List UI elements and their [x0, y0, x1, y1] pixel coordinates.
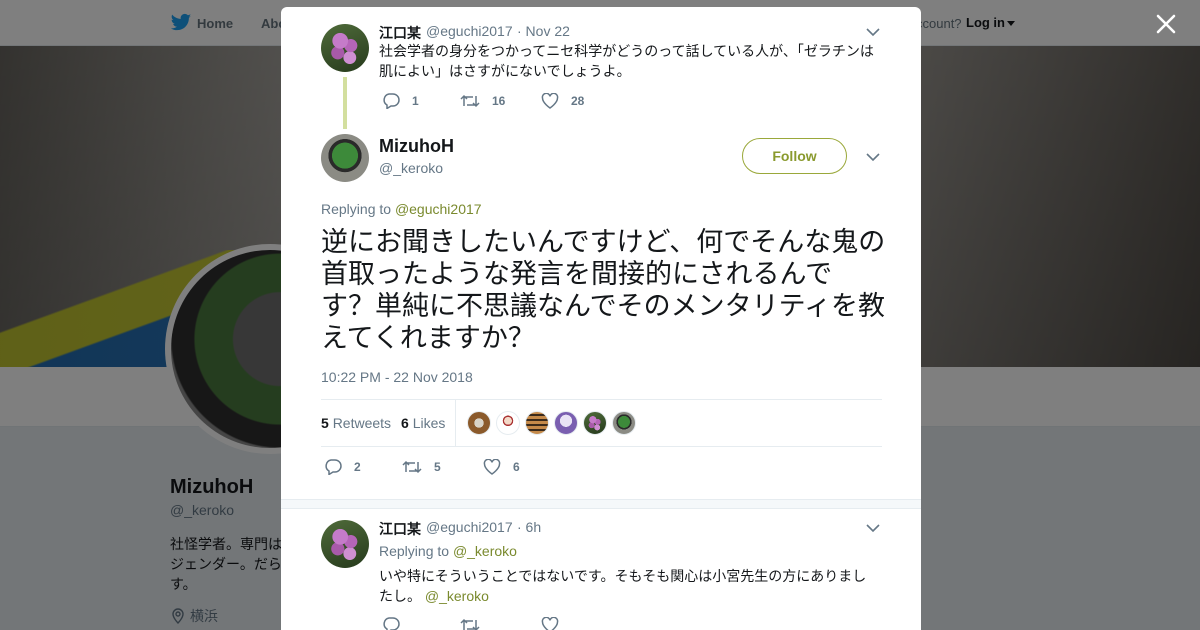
heart-icon — [541, 93, 559, 109]
main-retweet-button[interactable]: 5 — [402, 459, 441, 475]
parent-tweet-avatar[interactable] — [321, 24, 369, 72]
liker-avatar[interactable] — [554, 411, 578, 435]
main-tweet-timestamp[interactable]: 10:22 PM - 22 Nov 2018 — [321, 369, 473, 385]
replies-separator — [281, 499, 921, 509]
parent-reply-count: 1 — [412, 94, 419, 108]
main-like-count: 6 — [513, 460, 520, 474]
main-tweet-avatar[interactable] — [321, 134, 369, 182]
reply-icon — [383, 617, 400, 630]
heart-icon — [541, 617, 559, 630]
reply-tweet-avatar[interactable] — [321, 520, 369, 568]
likes-stat-count: 6 — [401, 415, 409, 431]
main-tweet-text: 逆にお聞きしたいんですけど、何でそんな鬼の首取ったような発言を間接的にされるんで… — [321, 227, 886, 353]
main-retweet-count: 5 — [434, 460, 441, 474]
retweets-stat[interactable]: 5 Retweets — [321, 415, 391, 431]
close-icon[interactable] — [1154, 12, 1178, 36]
reply-tweet-handle[interactable]: @eguchi2017 — [426, 519, 513, 535]
reply-replying-link[interactable]: @_keroko — [453, 543, 517, 559]
main-like-button[interactable]: 6 — [483, 459, 520, 475]
parent-tweet-name[interactable]: 江口某 — [379, 23, 421, 43]
parent-reply-button[interactable]: 1 — [382, 93, 419, 109]
retweets-stat-label: Retweets — [332, 415, 392, 431]
likes-stat-label: Likes — [412, 415, 446, 431]
tweet-modal: 江口某 @eguchi2017 · Nov 22 社会学者の身分をつかってニセ科… — [281, 7, 921, 630]
retweet-icon — [402, 460, 422, 474]
replying-to-link[interactable]: @eguchi2017 — [395, 201, 482, 217]
parent-tweet-text: 社会学者の身分をつかってニセ科学がどうのって話している人が、「ゼラチンは肌によい… — [379, 43, 874, 79]
reply-icon — [325, 459, 342, 475]
likes-stat[interactable]: 6 Likes — [401, 415, 445, 431]
main-reply-button[interactable]: 2 — [324, 459, 361, 475]
liker-avatar[interactable] — [525, 411, 549, 435]
chevron-down-icon[interactable] — [866, 523, 880, 533]
heart-icon — [483, 459, 501, 475]
retweet-icon — [460, 618, 480, 630]
reply-tweet-time[interactable]: · 6h — [517, 519, 541, 535]
parent-like-button[interactable]: 28 — [541, 93, 584, 109]
liker-avatar[interactable] — [612, 411, 636, 435]
stats-divider — [455, 400, 456, 447]
liker-avatar[interactable] — [467, 411, 491, 435]
reply-tweet-text-block: いや特にそういうことではないです。そもそも関心は小宮先生の方にありましたし。 @… — [379, 566, 874, 606]
chevron-down-icon[interactable] — [866, 27, 880, 37]
retweet-icon — [460, 94, 480, 108]
reply-icon — [383, 93, 400, 109]
reply-replying-prefix: Replying to — [379, 543, 450, 559]
main-tweet-handle[interactable]: @_keroko — [379, 160, 443, 176]
likers-avatars — [467, 411, 641, 435]
tweet-stats-bar: 5 Retweets 6 Likes — [321, 399, 882, 447]
reply-mention-link[interactable]: @_keroko — [425, 588, 489, 604]
reply-tweet-name[interactable]: 江口某 — [379, 519, 421, 539]
liker-avatar[interactable] — [496, 411, 520, 435]
parent-retweet-button[interactable]: 16 — [460, 93, 505, 109]
parent-tweet-time[interactable]: · Nov 22 — [517, 23, 570, 39]
reply-reply-button[interactable] — [382, 617, 412, 630]
parent-retweet-count: 16 — [492, 94, 506, 108]
parent-like-count: 28 — [571, 94, 585, 108]
chevron-down-icon[interactable] — [866, 152, 880, 162]
main-tweet-name[interactable]: MizuhoH — [379, 136, 454, 157]
reply-replying-to-line: Replying to @_keroko — [379, 543, 517, 559]
parent-tweet-handle[interactable]: @eguchi2017 — [426, 23, 513, 39]
liker-avatar[interactable] — [583, 411, 607, 435]
main-reply-count: 2 — [354, 460, 361, 474]
replying-to-line: Replying to @eguchi2017 — [321, 201, 482, 217]
follow-button[interactable]: Follow — [742, 138, 847, 174]
retweets-stat-count: 5 — [321, 415, 329, 431]
replying-to-prefix: Replying to — [321, 201, 392, 217]
reply-like-button[interactable] — [541, 617, 571, 630]
reply-retweet-button[interactable] — [460, 617, 492, 630]
thread-connector-line — [343, 77, 347, 129]
